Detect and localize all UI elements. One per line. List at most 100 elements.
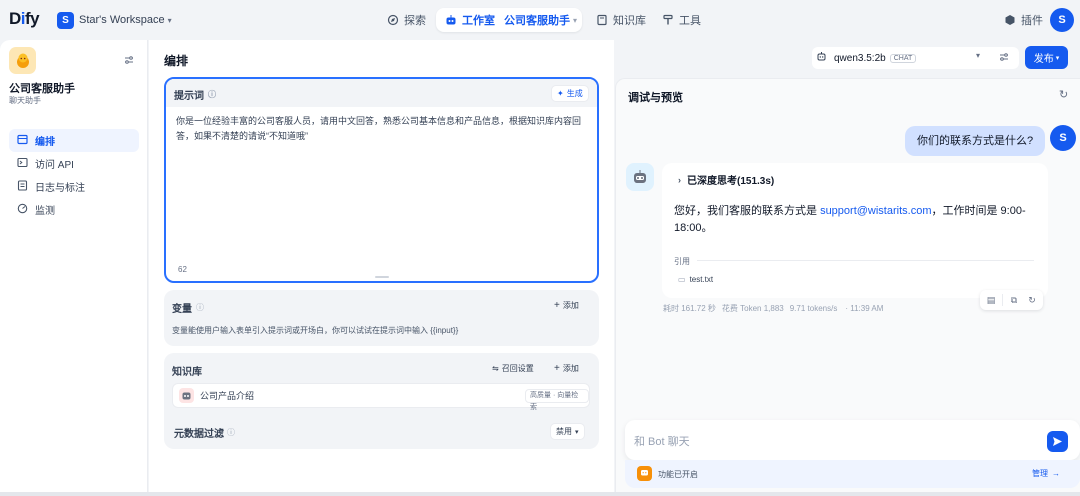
features-status: 功能已开启 — [658, 470, 698, 479]
user-message-bubble: 你们的联系方式是什么? — [905, 126, 1046, 156]
features-bar: 功能已开启 管理 → — [625, 460, 1080, 488]
dify-logo[interactable]: Dify — [9, 9, 40, 29]
message-meta: 耗时 161.72 秒 花费 Token 1,883 9.71 tokens/s… — [663, 303, 883, 314]
variables-hint: 变量能使用户输入表单引入提示词或开场白，你可以试试在提示词中输入 {{input… — [172, 326, 459, 335]
bot-answer-text: 您好，我们客服的联系方式是 support@wistarits.com，工作时间… — [674, 203, 1034, 237]
add-knowledge-button[interactable]: + 添加 — [549, 360, 584, 377]
model-selector[interactable]: qwen3.5:2b CHAT ▾ — [812, 47, 1019, 69]
model-mode-badge: CHAT — [889, 53, 917, 63]
copy-icon[interactable]: ⧉ — [1005, 291, 1023, 309]
features-icon — [637, 466, 652, 481]
plugins-label: 插件 — [1021, 15, 1043, 27]
sparkle-icon: ✦ — [557, 89, 564, 98]
email-link[interactable]: support@wistarits.com — [820, 205, 931, 217]
add-knowledge-label: 添加 — [562, 364, 579, 373]
meta-time: 耗时 161.72 秒 — [663, 304, 716, 313]
book-icon — [595, 14, 608, 27]
metadata-filter-label: 元数据过滤 — [174, 429, 224, 440]
debug-preview-panel: 调试与预览 ↻ 你们的联系方式是什么? S › 已深度思考(151.3s) 您好… — [615, 78, 1080, 492]
sidebar-item-label: 访问 API — [35, 160, 74, 171]
chevron-down-icon: ▾ — [1055, 54, 1060, 62]
meta-speed: 9.71 tokens/s — [789, 304, 838, 313]
plus-icon: + — [554, 300, 560, 311]
app-name: 公司客服助手 — [9, 83, 75, 95]
nav-studio[interactable]: 工作室 — [444, 9, 495, 31]
generate-label: 生成 — [566, 89, 583, 98]
nav-explore[interactable]: 探索 — [386, 9, 426, 31]
chevron-down-icon: ▾ — [167, 15, 172, 25]
user-avatar: S — [1050, 125, 1076, 151]
robot-icon — [444, 14, 457, 27]
sidebar-item-label: 监测 — [35, 206, 55, 217]
workspace-name: Star's Workspace — [79, 14, 165, 26]
nav-knowledge[interactable]: 知识库 — [595, 9, 646, 31]
prompt-editor-panel: 提示词 ⓘ ✦ 生成 你是一位经验丰富的公司客服人员，请用中文回答，熟悉公司基本… — [164, 77, 599, 283]
layout-icon — [17, 134, 31, 148]
compass-icon — [386, 14, 399, 27]
thinking-toggle[interactable]: › 已深度思考(151.3s) — [678, 172, 774, 188]
sidebar-item-label: 日志与标注 — [35, 183, 85, 194]
user-avatar[interactable]: S — [1050, 8, 1074, 32]
app-sidebar: 公司客服助手 聊天助手 编排 访问 API 日志与标注 监测 — [0, 40, 148, 492]
top-navigation-bar: Dify S Star's Workspace ▾ 探索 工作室 公司客服助手 … — [0, 0, 1080, 40]
workspace-switcher[interactable]: S Star's Workspace ▾ — [57, 10, 172, 30]
model-settings-icon[interactable] — [998, 51, 1010, 66]
sidebar-item-monitor[interactable]: 监测 — [9, 198, 139, 221]
add-variable-label: 添加 — [562, 301, 579, 310]
sidebar-item-orchestrate[interactable]: 编排 — [9, 129, 139, 152]
variables-header: 变量 ⓘ — [172, 300, 204, 315]
chat-input-placeholder: 和 Bot 聊天 — [634, 436, 690, 448]
refresh-icon[interactable]: ↻ — [1059, 88, 1068, 101]
retrieval-mode-badge: 高质量 · 向量检索 — [525, 389, 589, 411]
add-variable-button[interactable]: + 添加 — [549, 297, 584, 314]
meta-tokens: 花费 Token 1,883 — [721, 304, 784, 313]
app-type: 聊天助手 — [9, 96, 41, 105]
orchestrate-panel: 编排 提示词 ⓘ ✦ 生成 你是一位经验丰富的公司客服人员，请用中文回答，熟悉公… — [149, 40, 614, 492]
help-circle-icon: ⓘ — [196, 303, 204, 312]
citation-label: 引用 — [674, 257, 690, 266]
publish-button[interactable]: 发布 ▾ — [1025, 46, 1068, 69]
collapse-sidebar-icon[interactable] — [123, 54, 137, 68]
generate-button[interactable]: ✦ 生成 — [551, 85, 589, 102]
window-bottom-edge — [0, 492, 1080, 496]
monitor-icon — [17, 203, 31, 217]
annotate-icon[interactable]: ▤ — [982, 291, 1000, 309]
knowledge-label: 知识库 — [172, 367, 202, 378]
model-name: qwen3.5:2b — [834, 52, 886, 64]
manage-label: 管理 — [1032, 469, 1048, 478]
page-title: 编排 — [164, 54, 189, 68]
metadata-filter-header: 元数据过滤 ⓘ — [174, 425, 235, 440]
app-icon — [9, 47, 36, 74]
nav-knowledge-label: 知识库 — [613, 15, 646, 27]
regenerate-icon[interactable]: ↻ — [1023, 291, 1041, 309]
current-app-selector[interactable]: 公司客服助手 ▾ — [504, 9, 577, 31]
resize-handle[interactable] — [375, 276, 389, 278]
chevron-down-icon: ▾ — [976, 51, 981, 60]
prompt-textarea[interactable]: 你是一位经验丰富的公司客服人员，请用中文回答，熟悉公司基本信息和产品信息，根据知… — [176, 114, 586, 144]
answer-prefix: 您好，我们客服的联系方式是 — [674, 205, 817, 217]
sidebar-item-api[interactable]: 访问 API — [9, 152, 139, 175]
citation-item[interactable]: ▭ test.txt — [678, 275, 713, 284]
chevron-down-icon: ▾ — [575, 428, 579, 436]
nav-tools[interactable]: 工具 — [661, 9, 701, 31]
knowledge-item[interactable]: 公司产品介绍 高质量 · 向量检索 — [172, 383, 590, 411]
terminal-icon — [17, 157, 31, 171]
arrow-right-icon: → — [1052, 469, 1060, 478]
metadata-filter-select[interactable]: 禁用 ▾ — [550, 423, 585, 440]
knowledge-panel: 知识库 ⇋ 召回设置 + 添加 公司产品介绍 高质量 · 向量检索 元数据过滤 … — [164, 353, 599, 449]
manage-features-button[interactable]: 管理 → — [1032, 468, 1060, 479]
chevron-down-icon: ▾ — [573, 15, 578, 25]
nav-studio-label: 工作室 — [462, 15, 495, 27]
current-app-name: 公司客服助手 — [504, 15, 570, 27]
bot-avatar — [626, 163, 654, 191]
retrieval-settings-button[interactable]: ⇋ 召回设置 — [487, 360, 539, 377]
retrieval-settings-label: 召回设置 — [501, 364, 534, 373]
sidebar-item-logs[interactable]: 日志与标注 — [9, 175, 139, 198]
chat-input-box[interactable]: 和 Bot 聊天 — [625, 420, 1080, 460]
publish-label: 发布 — [1033, 54, 1054, 65]
plugins-button[interactable]: 插件 — [1003, 9, 1043, 31]
help-circle-icon: ⓘ — [208, 90, 216, 99]
send-button[interactable] — [1047, 431, 1068, 452]
variables-label: 变量 — [172, 304, 192, 315]
settings-sliders-icon: ⇋ — [492, 364, 499, 373]
